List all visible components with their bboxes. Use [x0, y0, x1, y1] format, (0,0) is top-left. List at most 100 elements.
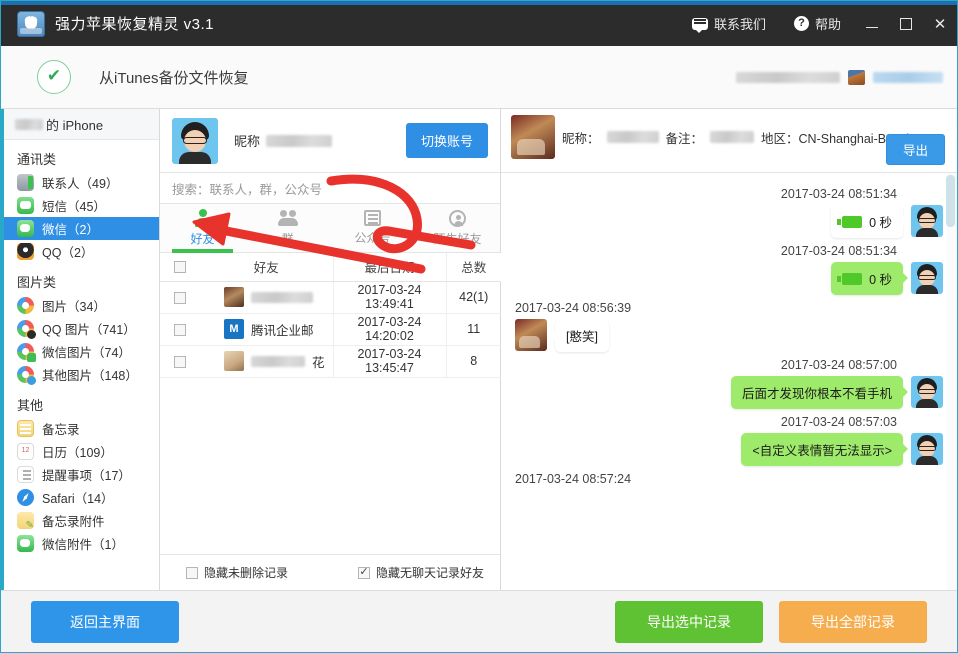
table-row[interactable]: 腾讯企业邮 2017-03-24 14:20:02 11	[160, 313, 501, 346]
search-input[interactable]: 搜索：联系人，群，公众号	[160, 173, 500, 204]
message-text: 0 秒	[869, 273, 892, 287]
wechat-icon	[17, 220, 34, 237]
sidebar-item-calendar[interactable]: 日历（109）	[1, 440, 159, 463]
sidebar-item-qq[interactable]: QQ（2）	[1, 240, 159, 263]
avatar	[911, 262, 943, 294]
chat-message-list[interactable]: 2017-03-24 08:51:34 0 秒 2017-03-24 08:51…	[501, 173, 957, 590]
tab-official-accounts[interactable]: 公众号	[330, 204, 415, 252]
row-total-cell: 42(1)	[445, 281, 501, 314]
close-button[interactable]: ✕	[923, 1, 957, 46]
hide-undeleted-checkbox[interactable]	[186, 566, 198, 579]
sidebar-item-sms[interactable]: 短信（45）	[1, 194, 159, 217]
maximize-button[interactable]	[889, 1, 923, 46]
row-name-label: 腾讯企业邮	[251, 323, 314, 338]
avatar-body	[916, 456, 938, 465]
row-checkbox[interactable]	[174, 291, 186, 304]
title-bar-actions: 联系我们 ? 帮助 ✕	[678, 1, 957, 46]
column-header-total: 总数	[445, 253, 501, 282]
chat-bubble-icon	[691, 17, 708, 33]
message-row: 后面才发现你根本不看手机	[515, 376, 943, 409]
title-bar-accent	[1, 1, 957, 5]
chat-scrollbar-thumb[interactable]	[946, 175, 955, 227]
tab-label: 公众号	[354, 231, 391, 245]
sidebar-item-qq-photos[interactable]: QQ 图片（741）	[1, 317, 159, 340]
message-row: <自定义表情暂无法显示>	[515, 433, 943, 466]
calendar-icon	[17, 443, 34, 460]
qq-icon	[17, 243, 34, 260]
option-hide-undeleted[interactable]: 隐藏未删除记录	[186, 564, 288, 581]
column-header-last-date: 最后日期	[332, 253, 446, 282]
sidebar-item-photos[interactable]: 图片（34）	[1, 294, 159, 317]
chat-scrollbar[interactable]	[946, 173, 956, 590]
contact-us-button[interactable]: 联系我们	[678, 1, 780, 46]
message-bubble[interactable]: 0 秒	[831, 262, 908, 295]
hide-no-chat-checkbox[interactable]	[358, 565, 371, 579]
sidebar-item-wechat[interactable]: 微信（2）	[1, 217, 159, 240]
sidebar-item-wechat-photos[interactable]: 微信图片（74）	[1, 340, 159, 363]
sidebar-item-label: 备忘录	[42, 423, 80, 437]
sidebar-item-wechat-attachment[interactable]: 微信附件（1）	[1, 532, 159, 555]
search-placeholder: 搜索：联系人，群，公众号	[172, 182, 323, 197]
account-link-redacted[interactable]	[873, 71, 943, 83]
option-hide-no-chat[interactable]: 隐藏无聊天记录好友	[358, 564, 484, 581]
switch-account-button[interactable]: 切换账号	[405, 123, 488, 158]
sidebar-item-label: 备忘录附件	[42, 515, 105, 529]
message-timestamp: 2017-03-24 08:51:34	[780, 244, 897, 258]
contact-tabs: 好友 群 公众号 陌生好友	[160, 204, 500, 253]
sidebar-item-contacts[interactable]: 联系人（49）	[1, 171, 159, 194]
export-button[interactable]: 导出	[885, 134, 945, 165]
app-logo-icon	[17, 10, 45, 37]
contact-avatar	[224, 351, 244, 371]
message-bubble[interactable]: [憨笑]	[550, 319, 609, 352]
row-date-cell: 2017-03-24 13:45:47	[332, 345, 446, 378]
message-bubble[interactable]: 0 秒	[831, 205, 908, 238]
main-body: 的 iPhone 通讯类 联系人（49） 短信（45） 微信（2） QQ（2） …	[1, 109, 957, 590]
message-row: [憨笑]	[515, 319, 943, 352]
stranger-icon	[449, 209, 466, 227]
back-to-main-button[interactable]: 返回主界面	[31, 600, 179, 643]
table-row[interactable]: 2017-03-24 13:49:41 42(1)	[160, 281, 501, 314]
sidebar-item-safari[interactable]: Safari（14）	[1, 486, 159, 509]
export-selected-button[interactable]: 导出选中记录	[615, 600, 763, 643]
itunes-restore-icon	[37, 60, 71, 94]
table-row[interactable]: 花 2017-03-24 13:45:47 8	[160, 345, 501, 378]
row-select-cell[interactable]	[160, 345, 200, 378]
official-account-icon	[364, 210, 381, 226]
device-header[interactable]: 的 iPhone	[1, 109, 159, 140]
message-bubble[interactable]: 后面才发现你根本不看手机	[730, 376, 909, 409]
help-button[interactable]: ? 帮助	[780, 1, 855, 46]
minimize-button[interactable]	[855, 1, 889, 46]
sidebar-item-notes-attachment[interactable]: 备忘录附件	[1, 509, 159, 532]
chat-panel: 昵称： 备注： 地区：CN-Shanghai-Baoshan 导出 2017-0…	[501, 109, 957, 590]
sidebar-section-title-photos: 图片类	[17, 275, 57, 290]
message-timestamp: 2017-03-24 08:56:39	[515, 301, 632, 315]
sidebar-item-label: 其他图片（148）	[42, 369, 138, 383]
voice-wave-icon	[842, 215, 863, 228]
select-all-header[interactable]	[160, 253, 200, 282]
title-bar: 强力苹果恢复精灵 v3.1 联系我们 ? 帮助 ✕	[1, 1, 957, 46]
row-select-cell[interactable]	[160, 313, 200, 346]
row-select-cell[interactable]	[160, 281, 200, 314]
option-label: 隐藏未删除记录	[204, 566, 289, 580]
sidebar-item-other-photos[interactable]: 其他图片（148）	[1, 363, 159, 386]
sidebar-item-label: 日历（109）	[42, 446, 113, 460]
sidebar-item-reminders[interactable]: 提醒事项（17）	[1, 463, 159, 486]
chat-peer-header: 昵称： 备注： 地区：CN-Shanghai-Baoshan 导出	[501, 109, 957, 173]
select-all-checkbox[interactable]	[174, 261, 186, 274]
sidebar-item-notes[interactable]: 备忘录	[1, 417, 159, 440]
message-text: 0 秒	[869, 216, 892, 230]
sms-icon	[17, 197, 34, 214]
message-bubble[interactable]: <自定义表情暂无法显示>	[741, 433, 908, 466]
row-checkbox[interactable]	[174, 323, 186, 336]
contact-name-redacted	[251, 291, 313, 303]
tab-strangers[interactable]: 陌生好友	[415, 204, 500, 252]
table-header: 好友 最后日期 总数	[160, 253, 501, 282]
export-all-button[interactable]: 导出全部记录	[779, 600, 927, 643]
sidebar-item-label: Safari（14）	[42, 492, 114, 506]
tab-groups[interactable]: 群	[245, 204, 330, 252]
sidebar-item-label: QQ 图片（741）	[42, 323, 136, 337]
tab-friends[interactable]: 好友	[160, 204, 245, 253]
nickname-value-redacted	[266, 134, 333, 147]
avatar-glasses	[918, 275, 936, 280]
row-checkbox[interactable]	[174, 355, 186, 368]
